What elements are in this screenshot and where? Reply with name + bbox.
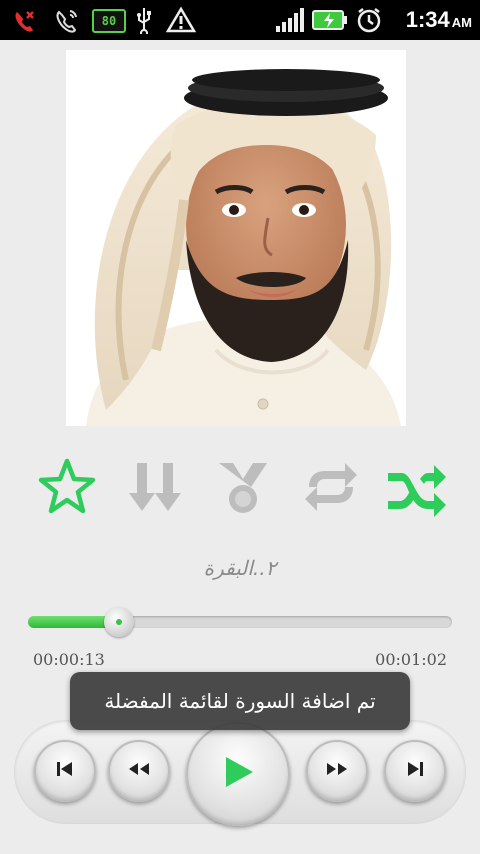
fast-forward-icon bbox=[324, 759, 350, 783]
favorite-added-toast: تم اضافة السورة لقائمة المفضلة bbox=[70, 672, 410, 730]
play-icon bbox=[220, 754, 256, 794]
reciter-portrait bbox=[66, 50, 406, 426]
warning-icon bbox=[164, 6, 198, 34]
clock-time: 1:34 bbox=[405, 7, 450, 32]
fast-forward-button[interactable] bbox=[306, 740, 368, 802]
usb-icon bbox=[130, 6, 158, 34]
battery-charging-icon bbox=[312, 6, 348, 34]
seek-thumb[interactable] bbox=[104, 607, 134, 637]
medal-icon[interactable] bbox=[208, 452, 278, 522]
track-title: ٢..البقرة bbox=[203, 556, 277, 580]
previous-button[interactable] bbox=[34, 740, 96, 802]
total-time: 00:01:02 bbox=[375, 650, 447, 669]
seek-bar[interactable] bbox=[28, 607, 452, 637]
next-button[interactable] bbox=[384, 740, 446, 802]
favorite-star-icon[interactable] bbox=[32, 452, 102, 522]
next-icon bbox=[404, 758, 426, 784]
battery-80-badge: 80 bbox=[92, 9, 126, 33]
missed-call-icon bbox=[8, 6, 42, 34]
previous-icon bbox=[54, 758, 76, 784]
shuffle-icon[interactable] bbox=[382, 452, 452, 522]
play-button[interactable] bbox=[186, 722, 290, 826]
status-bar: 80 1:34 AM bbox=[0, 0, 480, 40]
repeat-icon[interactable] bbox=[296, 452, 366, 522]
status-clock: 1:34 AM bbox=[406, 6, 472, 37]
clock-ampm: AM bbox=[451, 15, 472, 30]
phone-call-icon bbox=[50, 6, 84, 34]
alarm-icon bbox=[354, 6, 384, 34]
player-options-row bbox=[0, 452, 480, 522]
rewind-button[interactable] bbox=[108, 740, 170, 802]
signal-icon bbox=[274, 6, 306, 34]
rewind-icon bbox=[126, 759, 152, 783]
elapsed-time: 00:00:13 bbox=[33, 650, 105, 669]
download-icon[interactable] bbox=[120, 452, 190, 522]
